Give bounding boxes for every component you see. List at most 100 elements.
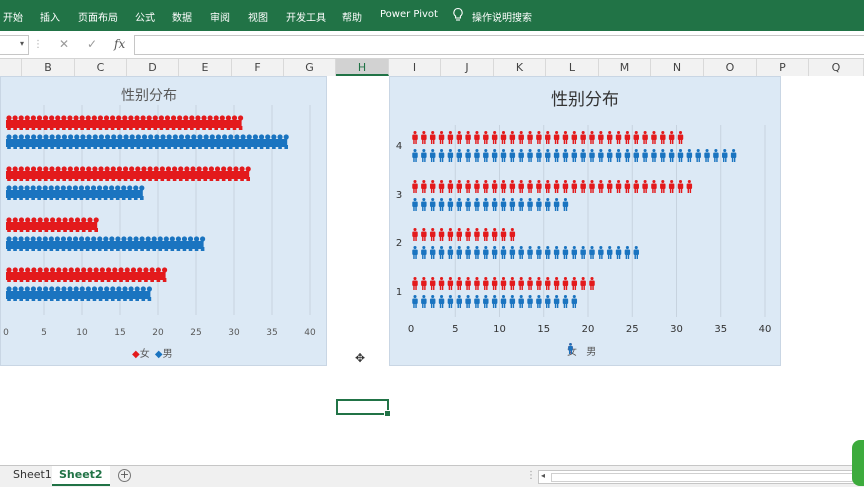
person-icon: [589, 149, 595, 162]
person-icon: [500, 295, 507, 308]
tab-home[interactable]: 开始: [3, 9, 23, 24]
female-icon-row: [412, 180, 693, 193]
tab-page-layout[interactable]: 页面布局: [78, 9, 118, 24]
tab-insert[interactable]: 插入: [40, 9, 60, 24]
person-icon: [483, 198, 489, 211]
person-icon: [447, 198, 454, 211]
scroll-left-icon[interactable]: ◂: [541, 471, 545, 480]
column-header[interactable]: L: [546, 59, 599, 76]
person-icon: [545, 198, 551, 211]
column-header-a[interactable]: [0, 59, 22, 76]
legend-male-label: 男: [162, 349, 173, 360]
selected-cell[interactable]: [336, 399, 391, 417]
person-icon: [491, 228, 498, 241]
enter-icon[interactable]: ✓: [87, 37, 97, 51]
person-icon: [500, 277, 507, 290]
person-icon: [447, 131, 454, 144]
formula-input[interactable]: [134, 35, 864, 55]
column-header[interactable]: N: [651, 59, 704, 76]
person-icon: [509, 131, 516, 144]
person-icon: [651, 180, 657, 193]
person-icon: [589, 180, 595, 193]
person-icon: [545, 295, 551, 308]
add-sheet-icon[interactable]: +: [118, 469, 131, 482]
cancel-icon[interactable]: ✕: [59, 37, 69, 51]
y-tick-label: 4: [396, 141, 402, 152]
person-icon: [668, 180, 675, 193]
tab-developer[interactable]: 开发工具: [286, 9, 326, 24]
person-icon: [447, 180, 454, 193]
column-header[interactable]: G: [284, 59, 336, 76]
person-icon: [651, 131, 657, 144]
person-icon: [598, 246, 604, 259]
person-icon: [642, 149, 648, 162]
column-header[interactable]: J: [441, 59, 494, 76]
tab-data[interactable]: 数据: [172, 9, 192, 24]
tab-formulas[interactable]: 公式: [135, 9, 155, 24]
person-icon: [553, 149, 560, 162]
column-header-selected[interactable]: H: [336, 59, 389, 76]
fill-handle[interactable]: [384, 410, 391, 417]
person-icon: [553, 180, 560, 193]
person-icon: [509, 246, 516, 259]
tab-help[interactable]: 帮助: [342, 9, 362, 24]
column-header[interactable]: I: [389, 59, 441, 76]
person-icon: [571, 131, 578, 144]
person-icon: [553, 131, 560, 144]
ribbon-tab-bar: 开始 插入 页面布局 公式 数据 审阅 视图 开发工具 帮助 Power Piv…: [0, 0, 864, 31]
more-options-icon: ⋮: [33, 39, 43, 50]
column-header[interactable]: M: [599, 59, 651, 76]
person-icon: [536, 295, 542, 308]
tell-me-search[interactable]: 操作说明搜索: [472, 9, 532, 24]
column-header[interactable]: E: [179, 59, 232, 76]
person-icon: [474, 295, 480, 308]
tab-review[interactable]: 审阅: [210, 9, 230, 24]
person-icon: [500, 246, 507, 259]
person-icon: [536, 180, 542, 193]
scrollbar-thumb[interactable]: [551, 473, 853, 482]
chart-right[interactable]: 性别分布 0 5 10 15 20 25 30 35 40 1 2 3 4 女 男: [389, 76, 781, 366]
tab-view[interactable]: 视图: [248, 9, 268, 24]
column-header[interactable]: Q: [809, 59, 864, 76]
person-icon: [438, 180, 445, 193]
person-icon: [438, 295, 445, 308]
person-icon: [438, 131, 445, 144]
sheet-tab-sheet1[interactable]: Sheet1: [6, 466, 59, 484]
chevron-down-icon[interactable]: ▾: [20, 39, 24, 48]
person-icon: [686, 149, 693, 162]
person-icon: [421, 180, 427, 193]
column-header[interactable]: B: [22, 59, 75, 76]
column-header[interactable]: C: [75, 59, 127, 76]
person-icon: [545, 180, 551, 193]
person-icon: [615, 131, 622, 144]
chart-left[interactable]: 性别分布 0 5 10 15 20 25 30 35 40 ◆女 ◆男: [0, 76, 327, 366]
column-header[interactable]: F: [232, 59, 284, 76]
insert-function-icon[interactable]: fx: [114, 37, 125, 51]
person-icon: [465, 131, 471, 144]
x-tick-label: 35: [266, 328, 277, 338]
person-icon: [633, 246, 639, 259]
column-header[interactable]: P: [757, 59, 809, 76]
x-tick-label: 25: [626, 324, 639, 335]
splitter-icon[interactable]: ⋮: [526, 470, 536, 481]
horizontal-scrollbar[interactable]: ◂: [538, 470, 864, 484]
person-icon: [500, 198, 507, 211]
person-icon: [456, 149, 462, 162]
sheet-tab-bar: Sheet1 Sheet2 + ⋮ ◂: [0, 465, 864, 487]
person-icon: [562, 246, 569, 259]
legend-female-label: 女: [139, 349, 150, 360]
column-header[interactable]: D: [127, 59, 179, 76]
sheet-tab-sheet2[interactable]: Sheet2: [52, 466, 110, 486]
person-icon: [447, 246, 454, 259]
male-bar: [6, 134, 289, 149]
person-icon: [412, 131, 418, 144]
person-icon: [571, 277, 578, 290]
column-header[interactable]: K: [494, 59, 546, 76]
column-header[interactable]: O: [704, 59, 757, 76]
person-icon: [438, 149, 445, 162]
male-bar: [6, 185, 145, 200]
person-icon: [456, 277, 462, 290]
tab-power-pivot[interactable]: Power Pivot: [380, 9, 438, 20]
formula-bar: ▾ ⋮ ✕ ✓ fx: [0, 31, 864, 59]
name-box[interactable]: ▾: [0, 35, 29, 55]
